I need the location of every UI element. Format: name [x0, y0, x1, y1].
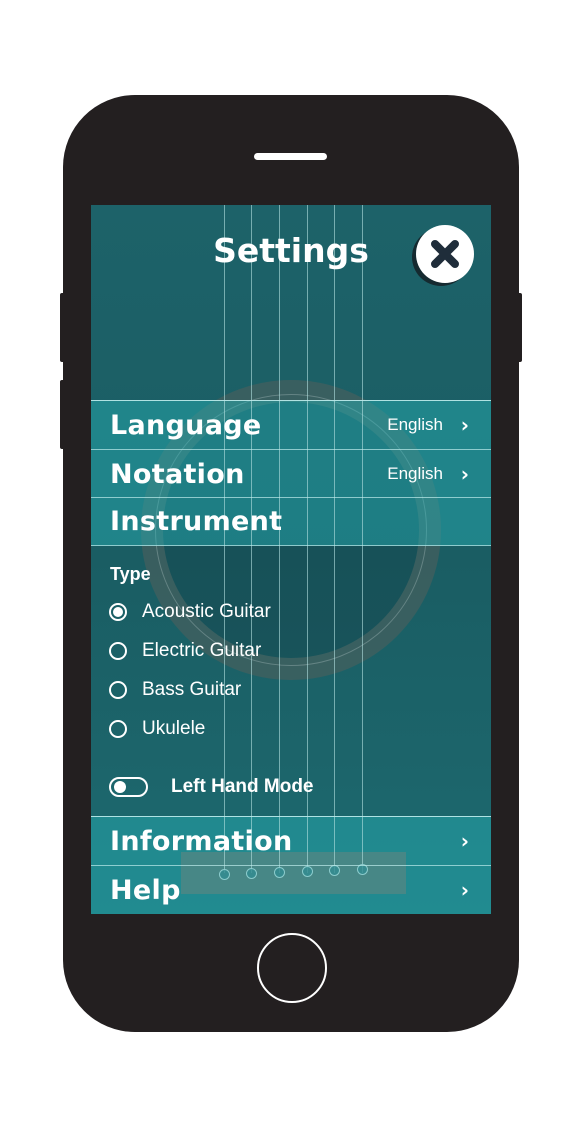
help-row[interactable]: Help › [91, 865, 491, 914]
information-row[interactable]: Information › [91, 816, 491, 865]
radio-electric-guitar[interactable] [109, 642, 127, 660]
toggle-knob [114, 781, 126, 793]
option-bass-guitar[interactable]: Bass Guitar [142, 679, 241, 701]
left-hand-mode-toggle[interactable] [109, 777, 148, 797]
chevron-right-icon: › [460, 878, 469, 902]
help-label: Help [110, 874, 181, 906]
radio-acoustic-guitar[interactable] [109, 603, 127, 621]
notation-row[interactable]: Notation English › [91, 449, 491, 498]
chevron-right-icon: › [460, 829, 469, 853]
instrument-row: Instrument [91, 497, 491, 546]
instrument-label: Instrument [110, 506, 283, 537]
notation-value: English [387, 464, 443, 483]
chevron-right-icon: › [460, 462, 469, 486]
type-label: Type [110, 564, 151, 584]
settings-screen: Settings Language English › Notation Eng… [91, 205, 491, 914]
option-ukulele[interactable]: Ukulele [142, 718, 205, 740]
option-acoustic-guitar[interactable]: Acoustic Guitar [142, 601, 271, 623]
close-button[interactable] [416, 225, 474, 283]
speaker-grille [254, 153, 327, 160]
left-hand-mode-label: Left Hand Mode [171, 776, 314, 797]
close-icon [431, 240, 459, 268]
radio-bass-guitar[interactable] [109, 681, 127, 699]
home-button[interactable] [257, 933, 327, 1003]
option-electric-guitar[interactable]: Electric Guitar [142, 640, 261, 662]
radio-ukulele[interactable] [109, 720, 127, 738]
language-value: English [387, 415, 443, 434]
language-row[interactable]: Language English › [91, 400, 491, 449]
language-label: Language [110, 409, 262, 441]
notation-label: Notation [110, 458, 245, 490]
information-label: Information [110, 825, 293, 857]
chevron-right-icon: › [460, 413, 469, 437]
